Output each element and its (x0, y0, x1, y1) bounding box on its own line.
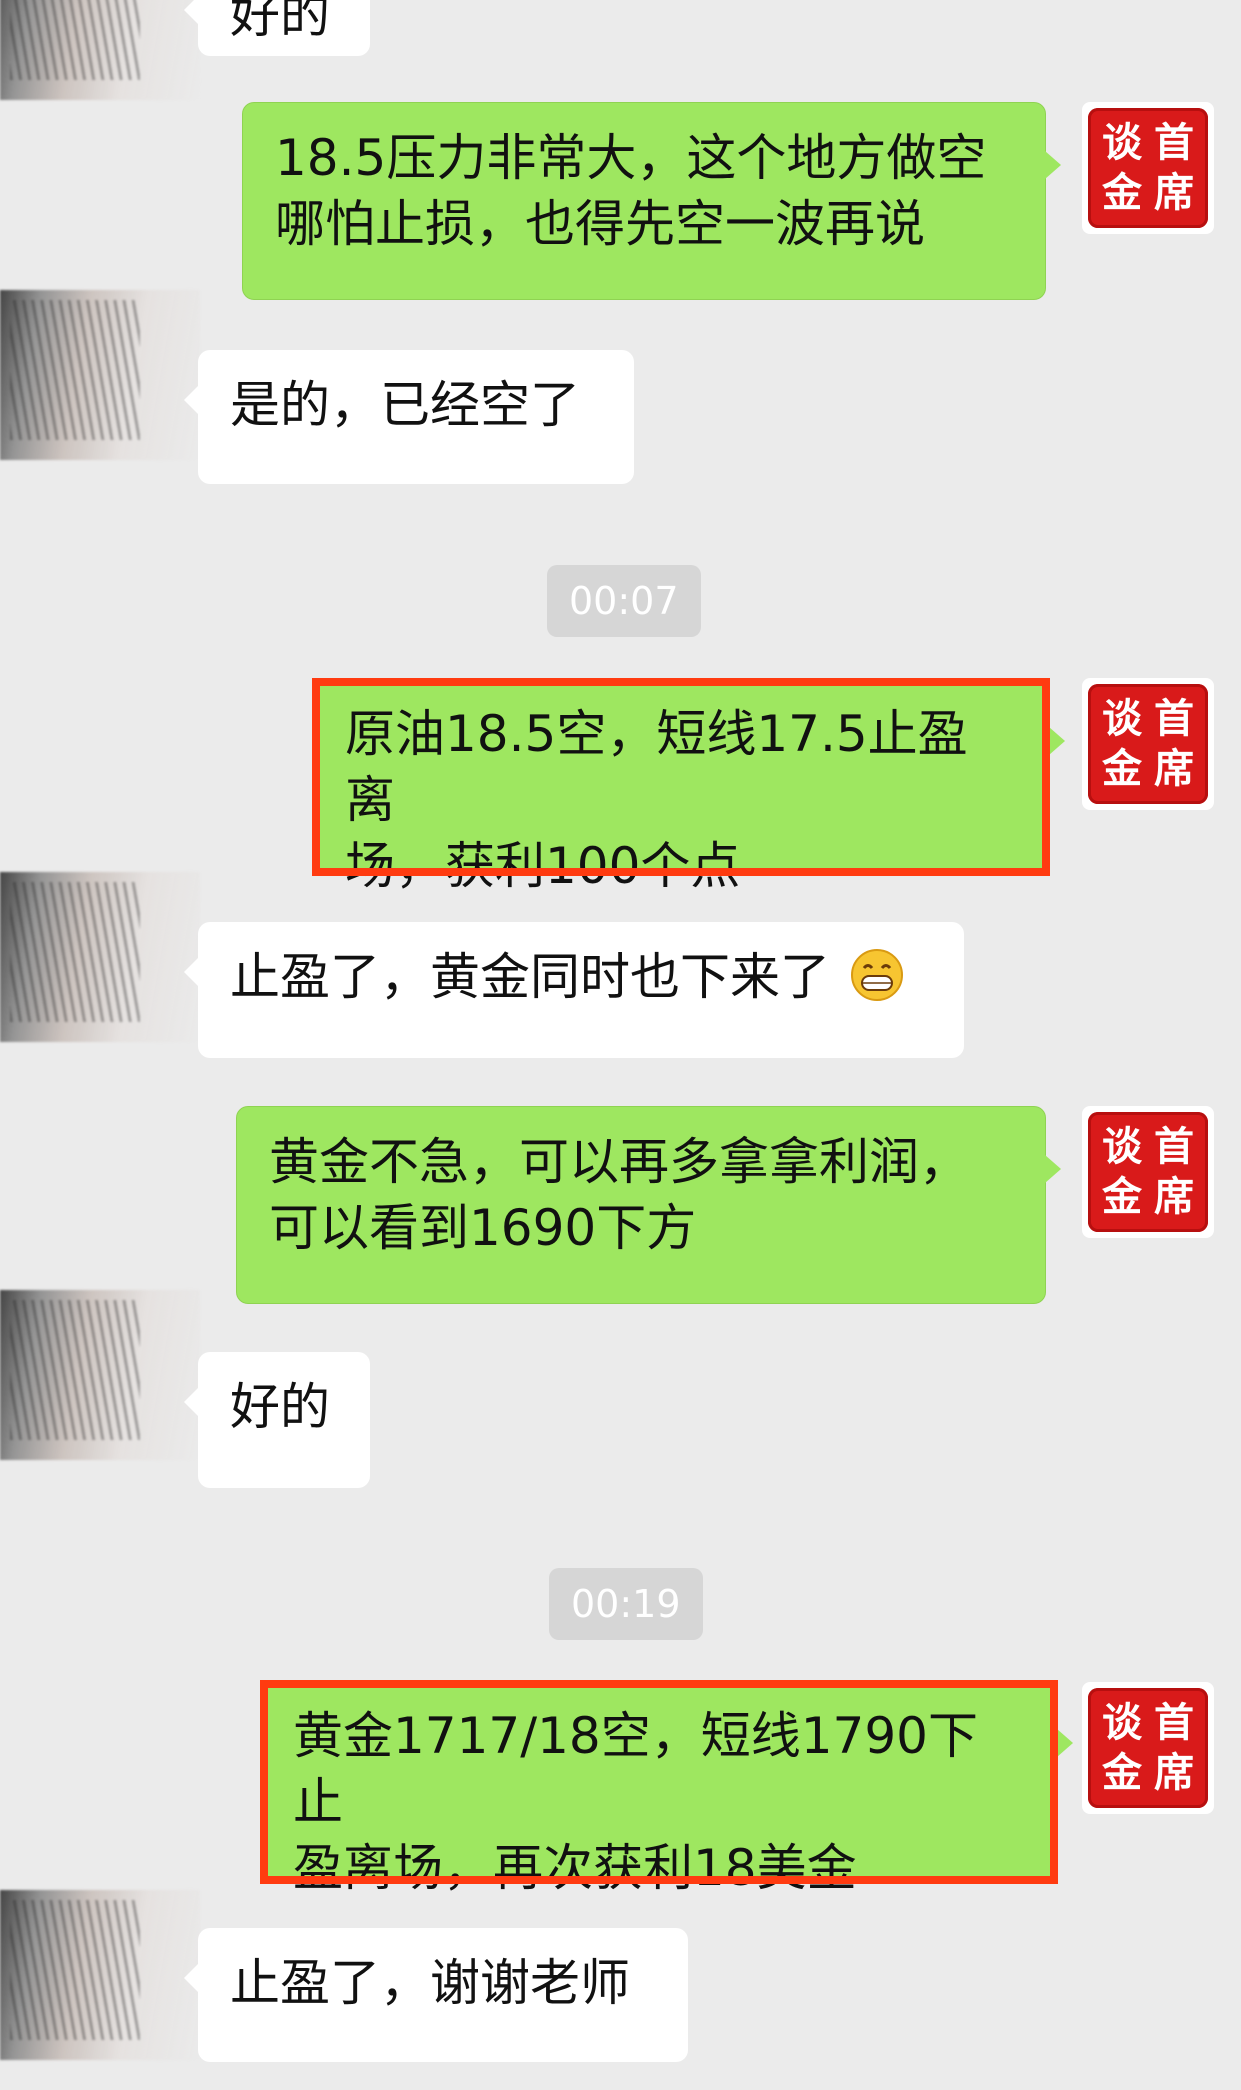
seal-char: 席 (1154, 1173, 1194, 1220)
seal-avatar[interactable]: 谈 首 金 席 (1082, 678, 1214, 810)
seal-char: 谈 (1102, 119, 1142, 166)
grin-emoji-icon (850, 949, 903, 1001)
seal-avatar[interactable]: 谈 首 金 席 (1082, 1682, 1214, 1814)
seal-char: 席 (1154, 1749, 1194, 1796)
message-line: 盈离场，再次获利18美金 (293, 1839, 857, 1897)
incoming-message[interactable]: 好的 (184, 1352, 370, 1488)
seal-char: 首 (1154, 119, 1194, 166)
message-line: 18.5压力非常大，这个地方做空 (275, 129, 987, 187)
seal-char: 首 (1154, 1123, 1194, 1170)
message-line: 哪怕止损，也得先空一波再说 (275, 195, 925, 253)
contact-avatar[interactable] (0, 872, 200, 1042)
incoming-message[interactable]: 好的 (184, 0, 370, 56)
seal-char: 首 (1154, 1699, 1194, 1746)
message-text: 好的 (230, 0, 330, 44)
message-text: 止盈了，谢谢老师 (230, 1954, 630, 2012)
message-line: 黄金不急，可以再多拿拿利润， (269, 1133, 969, 1191)
seal-char: 谈 (1102, 1123, 1142, 1170)
seal-char: 金 (1102, 169, 1142, 216)
message-line: 黄金1717/18空，短线1790下止 (293, 1707, 978, 1831)
outgoing-message[interactable]: 18.5压力非常大，这个地方做空 哪怕止损，也得先空一波再说 (242, 102, 1061, 300)
contact-avatar[interactable] (0, 1890, 200, 2060)
contact-avatar[interactable] (0, 1290, 200, 1460)
incoming-message[interactable]: 止盈了，谢谢老师 (184, 1928, 688, 2062)
seal-char: 金 (1102, 1749, 1142, 1796)
chat-window[interactable]: 好的 谈 首 金 席 18.5压力非常大，这个地方做空 哪怕止损，也得先空一波再… (0, 0, 1241, 2090)
timestamp: 00:07 (547, 565, 701, 637)
message-text: 好的 (230, 1378, 330, 1436)
seal-logo-icon: 谈 首 金 席 (1088, 684, 1208, 804)
seal-char: 席 (1154, 745, 1194, 792)
seal-char: 谈 (1102, 1699, 1142, 1746)
outgoing-message[interactable]: 原油18.5空，短线17.5止盈离 场，获利100个点 (312, 678, 1065, 895)
incoming-message[interactable]: 止盈了，黄金同时也下来了 (184, 922, 964, 1058)
timestamp: 00:19 (549, 1568, 703, 1640)
incoming-message[interactable]: 是的，已经空了 (184, 350, 634, 484)
message-line: 原油18.5空，短线17.5止盈离 (345, 705, 968, 829)
seal-char: 席 (1154, 169, 1194, 216)
seal-char: 首 (1154, 695, 1194, 742)
seal-logo-icon: 谈 首 金 席 (1088, 108, 1208, 228)
seal-logo-icon: 谈 首 金 席 (1088, 1688, 1208, 1808)
seal-logo-icon: 谈 首 金 席 (1088, 1112, 1208, 1232)
message-line: 可以看到1690下方 (269, 1199, 697, 1257)
message-text: 是的，已经空了 (230, 376, 580, 434)
contact-avatar[interactable] (0, 0, 200, 100)
message-text: 止盈了，黄金同时也下来了 (230, 948, 830, 1006)
timestamp-text: 00:07 (569, 579, 679, 623)
contact-avatar[interactable] (0, 290, 200, 460)
seal-avatar[interactable]: 谈 首 金 席 (1082, 102, 1214, 234)
seal-char: 谈 (1102, 695, 1142, 742)
outgoing-message[interactable]: 黄金1717/18空，短线1790下止 盈离场，再次获利18美金 (260, 1680, 1073, 1897)
seal-char: 金 (1102, 745, 1142, 792)
timestamp-text: 00:19 (571, 1582, 681, 1626)
seal-avatar[interactable]: 谈 首 金 席 (1082, 1106, 1214, 1238)
seal-char: 金 (1102, 1173, 1142, 1220)
message-line: 场，获利100个点 (345, 837, 741, 895)
outgoing-message[interactable]: 黄金不急，可以再多拿拿利润， 可以看到1690下方 (236, 1106, 1061, 1304)
